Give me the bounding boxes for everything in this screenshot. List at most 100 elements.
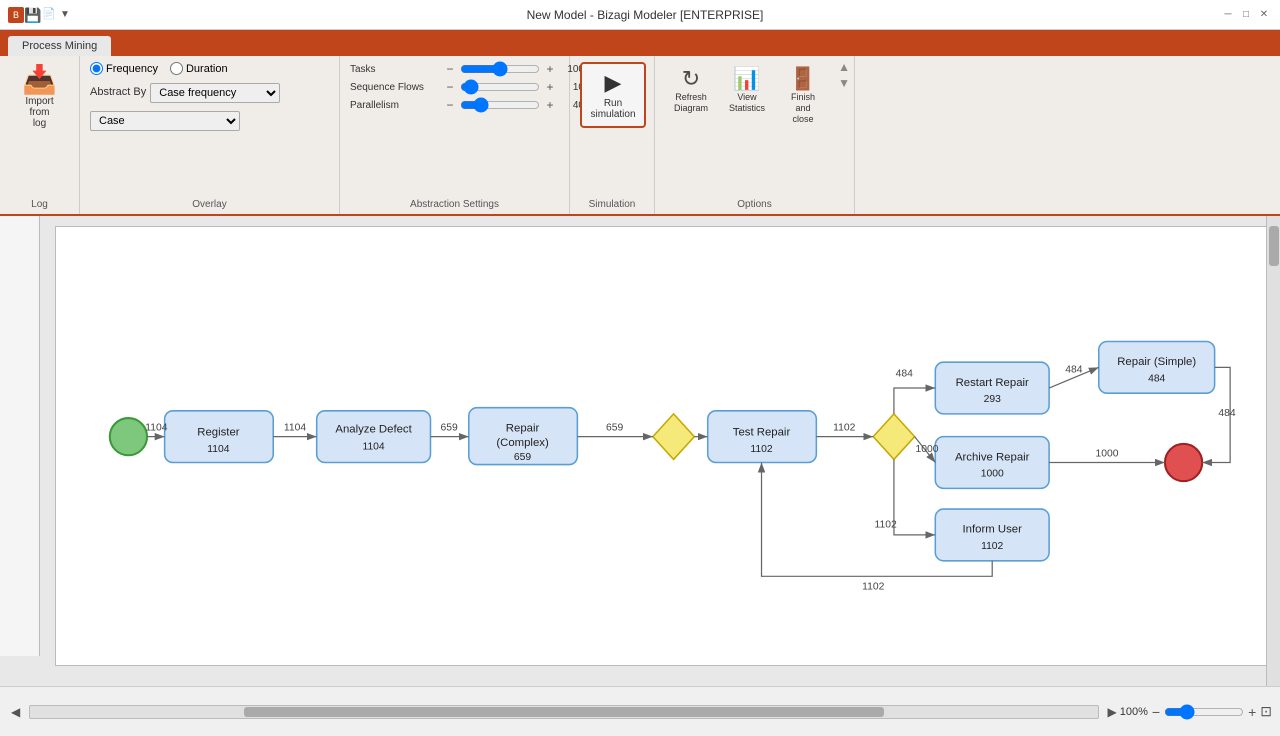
abstraction-group-label: Abstraction Settings <box>340 199 569 210</box>
flow-label-inform-back: 1102 <box>862 582 884 593</box>
horizontal-scrollbar[interactable] <box>29 705 1098 719</box>
quick-save-icon[interactable]: 📄 <box>42 7 58 23</box>
import-log-label: Import from log <box>16 96 63 129</box>
ribbon-tab-bar: Process Mining <box>0 30 1280 56</box>
scroll-left-btn[interactable]: ◀ <box>8 705 23 719</box>
run-sim-icon: ▶ <box>605 70 622 96</box>
parallelism-label: Parallelism <box>350 100 440 111</box>
flow-label-reg-analyze: 1104 <box>284 422 306 433</box>
zoom-in-btn[interactable]: + <box>1248 704 1256 720</box>
parallelism-slider-row: Parallelism − + 40 <box>350 98 584 112</box>
gateway-1[interactable] <box>653 414 694 460</box>
scroll-right-btn[interactable]: ▶ <box>1105 705 1120 719</box>
refresh-label: Refresh Diagram <box>674 92 708 114</box>
flow-label-gw2-archive: 1000 <box>916 444 939 455</box>
task-repair-complex-sublabel: 659 <box>514 452 531 463</box>
refresh-diagram-button[interactable]: ↻ Refresh Diagram <box>665 64 717 118</box>
tab-process-mining[interactable]: Process Mining <box>8 36 111 56</box>
refresh-icon: ↻ <box>682 68 700 90</box>
flow-label-gw2-inform: 1102 <box>875 520 897 531</box>
task-analyze-label: Analyze Defect <box>335 423 412 435</box>
task-inform-sublabel: 1102 <box>981 541 1003 552</box>
stats-icon: 📊 <box>733 68 760 90</box>
import-from-log-button[interactable]: 📥 Import from log <box>10 62 69 133</box>
vertical-scrollbar[interactable] <box>1266 216 1280 686</box>
task-restart-label: Restart Repair <box>956 377 1029 389</box>
flow-label-analyze-repair: 659 <box>440 422 457 433</box>
task-register-label: Register <box>197 427 240 439</box>
ribbon-group-options: ↻ Refresh Diagram 📊 View Statistics 🚪 Fi… <box>655 56 855 214</box>
tasks-label: Tasks <box>350 64 440 75</box>
duration-radio-label[interactable]: Duration <box>170 62 228 75</box>
task-repair-simple-label: Repair (Simple) <box>1117 356 1196 368</box>
minimize-button[interactable]: ─ <box>1220 7 1236 23</box>
ribbon-group-simulation: ▶ Run simulation Simulation <box>570 56 655 214</box>
seq-plus[interactable]: + <box>544 80 556 94</box>
sequence-flows-label: Sequence Flows <box>350 82 440 93</box>
tasks-slider-row: Tasks − + 100 <box>350 62 584 76</box>
para-plus[interactable]: + <box>544 98 556 112</box>
collapse-down-btn[interactable]: ▼ <box>838 76 850 90</box>
zoom-out-btn[interactable]: − <box>1152 704 1160 720</box>
overlay-group-label: Overlay <box>80 199 339 210</box>
task-analyze-defect[interactable] <box>317 411 431 463</box>
flow-label-start-register: 1104 <box>145 422 167 433</box>
ribbon-group-log: 📥 Import from log Log <box>0 56 80 214</box>
sequence-flows-slider[interactable] <box>460 80 540 94</box>
frequency-radio[interactable] <box>90 62 103 75</box>
zoom-slider[interactable] <box>1164 704 1244 720</box>
zoom-fit-icon[interactable]: ⊡ <box>1260 703 1272 720</box>
finish-label: Finish and close <box>783 92 823 124</box>
task-test-repair-label: Test Repair <box>733 427 791 439</box>
canvas-area: Register 1104 Analyze Defect 1104 Repair… <box>0 216 1280 686</box>
restore-button[interactable]: □ <box>1238 7 1254 23</box>
options-group-label: Options <box>655 199 854 210</box>
finish-close-button[interactable]: 🚪 Finish and close <box>777 64 829 128</box>
overlay-by-select[interactable]: Case <box>90 111 240 131</box>
gateway-2[interactable] <box>873 414 914 460</box>
task-archive-label: Archive Repair <box>955 451 1030 463</box>
abstract-by-select[interactable]: Case frequency Case count Duration <box>150 83 280 103</box>
duration-radio[interactable] <box>170 62 183 75</box>
tasks-minus[interactable]: − <box>444 62 456 76</box>
frequency-radio-label[interactable]: Frequency <box>90 62 158 75</box>
task-analyze-sublabel: 1104 <box>362 442 384 453</box>
tasks-slider[interactable] <box>460 62 540 76</box>
app-icon: B <box>8 7 24 23</box>
task-inform-label: Inform User <box>963 524 1023 536</box>
seq-minus[interactable]: − <box>444 80 456 94</box>
collapse-up-btn[interactable]: ▲ <box>838 60 850 74</box>
tasks-plus[interactable]: + <box>544 62 556 76</box>
para-minus[interactable]: − <box>444 98 456 112</box>
task-restart-sublabel: 293 <box>984 394 1001 405</box>
run-simulation-button[interactable]: ▶ Run simulation <box>580 62 646 128</box>
horizontal-scrollbar-thumb[interactable] <box>244 707 884 717</box>
dropdown-btn[interactable]: ▼ <box>60 9 70 20</box>
view-statistics-button[interactable]: 📊 View Statistics <box>721 64 773 118</box>
sequence-flows-slider-row: Sequence Flows − + 10 <box>350 80 584 94</box>
finish-icon: 🚪 <box>789 68 816 90</box>
overlay-by-row: Case <box>90 111 240 131</box>
zoom-area: 100% − + ⊡ <box>1120 703 1272 720</box>
flow-label-restart-simple: 484 <box>1065 365 1082 376</box>
simulation-group-label: Simulation <box>570 199 654 210</box>
start-event[interactable] <box>110 418 147 455</box>
run-sim-label: Run simulation <box>590 98 635 120</box>
import-log-icon: 📥 <box>22 66 57 94</box>
task-archive-sublabel: 1000 <box>981 469 1004 480</box>
abstract-by-row: Abstract By Case frequency Case count Du… <box>90 83 280 103</box>
task-test-repair-sublabel: 1102 <box>750 444 772 455</box>
ribbon: 📥 Import from log Log Frequency Duration… <box>0 56 1280 216</box>
bottom-bar: ◀ ▶ 100% − + ⊡ <box>0 686 1280 736</box>
vertical-scrollbar-thumb[interactable] <box>1269 226 1279 266</box>
end-event[interactable] <box>1165 444 1202 481</box>
ribbon-group-abstraction: Tasks − + 100 Sequence Flows − + 10 Para… <box>340 56 570 214</box>
parallelism-slider[interactable] <box>460 98 540 112</box>
left-panel <box>0 216 40 656</box>
close-button[interactable]: ✕ <box>1256 7 1272 23</box>
diagram-canvas[interactable]: Register 1104 Analyze Defect 1104 Repair… <box>55 226 1280 666</box>
overlay-radio-group: Frequency Duration <box>90 62 228 75</box>
window-title: New Model - Bizagi Modeler [ENTERPRISE] <box>70 8 1220 22</box>
save-icon[interactable]: 💾 <box>24 7 40 23</box>
ribbon-group-overlay: Frequency Duration Abstract By Case freq… <box>80 56 340 214</box>
